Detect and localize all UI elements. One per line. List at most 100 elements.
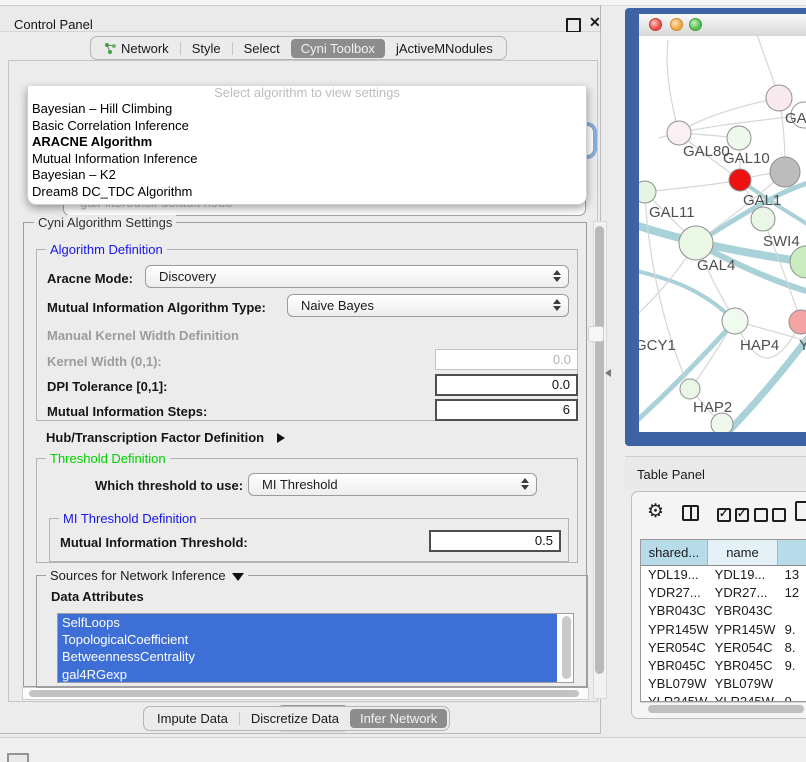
network-node[interactable] <box>729 169 751 191</box>
network-view-window[interactable]: GALGAL80GAL10GAL1GAL11SWI4GAL4GCY1HAP4YH… <box>625 8 806 446</box>
network-edge[interactable] <box>645 192 690 389</box>
table-cell: YBR045C <box>708 657 778 675</box>
algorithm-item-mutual-information-inference[interactable]: Mutual Information Inference <box>28 151 586 168</box>
table-row[interactable]: YLR345WYLR345W9. <box>641 693 806 702</box>
which-threshold-combo[interactable]: MI Threshold <box>248 473 537 496</box>
network-node[interactable] <box>679 226 713 260</box>
mac-minimize-button[interactable] <box>670 18 683 31</box>
mi-type-combo[interactable]: Naive Bayes <box>287 294 569 317</box>
attributes-scrollbar[interactable] <box>559 615 573 681</box>
attribute-item-topologicalcoefficient[interactable]: TopologicalCoefficient <box>58 631 557 648</box>
export-table-icon[interactable] <box>795 501 806 521</box>
control-panel-window: NetworkStyleSelectCyni ToolboxjActiveMNo… <box>0 32 601 734</box>
algorithm-dropdown-list: Bayesian – Hill ClimbingBasic Correlatio… <box>28 101 586 201</box>
tab-infer-network[interactable]: Infer Network <box>350 709 447 728</box>
table-cell: YLR345W <box>641 693 708 702</box>
table-row[interactable]: YDR27...YDR27...12 <box>641 584 806 602</box>
tab-style[interactable]: Style <box>181 40 232 57</box>
node-label-hap2: HAP2 <box>693 399 732 416</box>
network-node[interactable] <box>722 308 748 334</box>
node-label-hap4: HAP4 <box>740 337 779 354</box>
column-header-extra[interactable] <box>778 540 806 565</box>
tab-impute-data[interactable]: Impute Data <box>146 710 239 727</box>
tab-cyni-toolbox[interactable]: Cyni Toolbox <box>291 39 385 58</box>
panel-splitter-handle[interactable] <box>605 369 611 377</box>
table-cell: 9. <box>778 657 806 675</box>
algorithm-definition-group: Algorithm Definition Aracne Mode: Discov… <box>36 249 578 421</box>
mi-threshold-field[interactable]: 0.5 <box>429 530 561 552</box>
collapsed-arrow-icon <box>277 433 285 443</box>
dpi-tolerance-field[interactable]: 0.0 <box>435 374 578 396</box>
table-row[interactable]: YER054CYER054C8. <box>641 639 806 657</box>
algorithm-dropdown-popup: Select algorithm to view settings Bayesi… <box>27 86 587 205</box>
combo-stepper-icon <box>521 478 529 490</box>
table-cell: YER054C <box>708 639 778 657</box>
mac-close-button[interactable] <box>649 18 662 31</box>
attribute-item-selfloops[interactable]: SelfLoops <box>58 614 557 631</box>
desktop: Control Panel ✕ NetworkStyleSelectCyni T… <box>0 0 806 762</box>
tab-jactivemnodules[interactable]: jActiveMNodules <box>385 40 504 57</box>
node-label-y: Y <box>799 337 806 354</box>
network-edge[interactable] <box>645 180 740 192</box>
tab-discretize-data[interactable]: Discretize Data <box>240 710 350 727</box>
settings-hscroll-thumb[interactable] <box>29 690 579 697</box>
gear-icon[interactable]: ⚙ <box>647 502 664 521</box>
select-all-columns-icon[interactable] <box>717 508 749 522</box>
network-edge[interactable] <box>679 98 779 133</box>
table-cell <box>778 675 806 693</box>
table-cell: YPR145W <box>641 621 708 639</box>
table-cell: YDR27... <box>708 584 778 602</box>
table-row[interactable]: YPR145WYPR145W9. <box>641 621 806 639</box>
table-cell <box>778 602 806 620</box>
algorithm-item-basic-correlation-inference[interactable]: Basic Correlation Inference <box>28 118 586 135</box>
settings-vscroll-thumb[interactable] <box>595 226 604 674</box>
column-header-name[interactable]: name <box>708 540 778 565</box>
network-node[interactable] <box>727 126 751 150</box>
node-label-gal10: GAL10 <box>723 150 770 167</box>
column-header-shared[interactable]: shared... <box>641 540 708 565</box>
network-node[interactable] <box>766 85 792 111</box>
float-window-icon[interactable] <box>566 18 581 33</box>
network-node[interactable] <box>639 181 656 203</box>
aracne-mode-combo[interactable]: Discovery <box>145 265 569 288</box>
mi-steps-field[interactable]: 6 <box>435 399 578 421</box>
attributes-scroll-thumb[interactable] <box>562 616 571 679</box>
network-node[interactable] <box>667 121 691 145</box>
network-node[interactable] <box>789 310 806 334</box>
table-row[interactable]: YBR045CYBR045C9. <box>641 657 806 675</box>
algorithm-item-bayesian-hill-climbing[interactable]: Bayesian – Hill Climbing <box>28 101 586 118</box>
split-columns-icon[interactable] <box>682 505 699 521</box>
tab-network[interactable]: Network <box>93 40 180 57</box>
algorithm-item-bayesian-k2[interactable]: Bayesian – K2 <box>28 167 586 184</box>
table-horizontal-scrollbar[interactable] <box>640 702 806 716</box>
network-node[interactable] <box>790 246 806 278</box>
network-node[interactable] <box>680 379 700 399</box>
hub-definition-toggle[interactable]: Hub/Transcription Factor Definition <box>46 429 285 447</box>
mac-zoom-button[interactable] <box>689 18 702 31</box>
table-header-row: shared...name <box>641 540 806 566</box>
table-cell: 12 <box>778 584 806 602</box>
network-edge[interactable] <box>667 41 679 133</box>
network-canvas[interactable]: GALGAL80GAL10GAL1GAL11SWI4GAL4GCY1HAP4YH… <box>639 36 806 432</box>
network-node[interactable] <box>770 157 800 187</box>
kernel-width-field[interactable]: 0.0 <box>435 349 578 370</box>
deselect-all-columns-icon[interactable] <box>754 508 786 522</box>
control-panel-tabstrip: NetworkStyleSelectCyni ToolboxjActiveMNo… <box>90 36 507 60</box>
close-icon[interactable]: ✕ <box>589 14 601 31</box>
network-node[interactable] <box>751 207 775 231</box>
table-cell: YBR045C <box>641 657 708 675</box>
table-row[interactable]: YBR043CYBR043C <box>641 602 806 620</box>
algorithm-item-aracne-algorithm[interactable]: ARACNE Algorithm <box>28 134 586 151</box>
table-row[interactable]: YDL19...YDL19...13 <box>641 566 806 584</box>
manual-kernel-checkbox[interactable] <box>588 326 604 342</box>
network-window-titlebar[interactable] <box>639 14 806 37</box>
table-row[interactable]: YBL079WYBL079W <box>641 675 806 693</box>
table-hscroll-thumb[interactable] <box>648 705 804 713</box>
settings-vertical-scrollbar[interactable] <box>593 221 607 699</box>
sources-toggle[interactable]: Sources for Network Inference <box>46 568 248 583</box>
tab-select[interactable]: Select <box>233 40 291 57</box>
attribute-item-gal4rgexp[interactable]: gal4RGexp <box>58 666 557 683</box>
attribute-item-betweennesscentrality[interactable]: BetweennessCentrality <box>58 648 557 665</box>
settings-horizontal-scrollbar[interactable] <box>22 687 589 700</box>
algorithm-item-dream8-dc-tdc-algorithm[interactable]: Dream8 DC_TDC Algorithm <box>28 184 586 201</box>
